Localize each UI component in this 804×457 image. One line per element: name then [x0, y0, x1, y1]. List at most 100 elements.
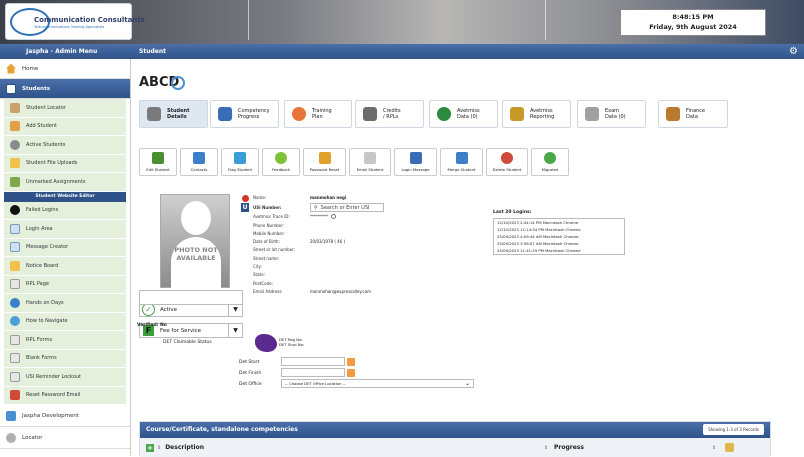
sidebar-item-failed-logins[interactable]: Failed Logins	[4, 202, 126, 220]
tab-student-details[interactable]: Student Details	[139, 100, 208, 128]
sidebar-item-reset-password-email[interactable]: Reset Password Email	[4, 387, 126, 405]
tab-competency-progress[interactable]: Competency Progress	[210, 100, 279, 128]
sidebar-item-usi-reminder-lockout[interactable]: USI Reminder Lockout	[4, 368, 126, 387]
contacts-button[interactable]: Contacts	[180, 148, 218, 176]
lightning-decoration	[545, 0, 546, 40]
document-icon	[10, 279, 20, 290]
feedback-button[interactable]: Feedback	[262, 148, 300, 176]
sidebar-item-student-file-uploads[interactable]: Student File Uploads	[4, 155, 126, 173]
assignment-icon	[10, 176, 20, 187]
sidebar-item-rpl-page[interactable]: RPL Page	[4, 276, 126, 294]
tab-finance-data[interactable]: Finance Data	[658, 100, 728, 128]
tab-avetmiss-data[interactable]: Avetmiss Data (0)	[429, 100, 498, 128]
info-label: U USI Number:	[241, 202, 282, 212]
usi-icon: U	[241, 202, 249, 212]
delete-user-icon	[501, 152, 513, 164]
dob-value: 20/03/1978 ( 46 )	[310, 239, 346, 245]
sidebar-item-label: Locator	[22, 434, 43, 441]
merge-student-button[interactable]: Merge Student	[440, 148, 483, 176]
flag-student-button[interactable]: Flag Student	[221, 148, 259, 176]
sidebar-item-add-student[interactable]: Add Student	[4, 118, 126, 136]
sidebar-item-label: Notice Board	[26, 262, 59, 269]
button-label: Login Message	[401, 167, 430, 172]
tab-credits-rpls[interactable]: Credits / RPLs	[355, 100, 424, 128]
sidebar-item-students[interactable]: Students	[0, 79, 130, 99]
contacts-icon	[193, 152, 205, 164]
student-details-icon	[147, 107, 161, 121]
globe-icon	[10, 316, 20, 327]
sidebar-item-unmarked-assignments[interactable]: Unmarked Assignments	[4, 173, 126, 192]
email-student-button[interactable]: Email Student	[349, 148, 391, 176]
sort-icon[interactable]: ⇕	[544, 445, 548, 451]
login-message-button[interactable]: Login Message	[394, 148, 437, 176]
refresh-icon[interactable]	[171, 76, 185, 90]
australia-map-icon	[255, 334, 277, 352]
tab-exam-data[interactable]: Exam Data (0)	[577, 100, 646, 128]
sidebar-item-label: Student Locator	[26, 104, 66, 111]
sidebar-item-jaspha-development[interactable]: Jaspha Development	[0, 405, 130, 427]
sidebar-item-home[interactable]: Home	[0, 59, 130, 79]
gear-icon[interactable]: ⚙	[789, 46, 798, 57]
sidebar-item-label: Reset Password Email	[26, 392, 81, 399]
flag-icon	[234, 152, 246, 164]
sidebar-item-active-students[interactable]: Active Students	[4, 136, 126, 155]
det-finish-input[interactable]	[281, 368, 345, 377]
det-start-input[interactable]	[281, 357, 345, 366]
sidebar-item-blank-forms[interactable]: Blank Forms	[4, 350, 126, 368]
info-row: PostCode:	[253, 280, 384, 288]
radio-button[interactable]	[331, 214, 336, 220]
migrated-button[interactable]: Migrated	[531, 148, 569, 176]
info-label: Date of Birth:	[253, 239, 280, 245]
course-panel: Course/Certificate, standalone competenc…	[139, 421, 771, 457]
course-panel-title: Course/Certificate, standalone competenc…	[146, 426, 298, 433]
sidebar-item-notice-board[interactable]: Notice Board	[4, 257, 126, 276]
document-icon	[10, 353, 20, 364]
status-value: Active	[160, 306, 178, 313]
info-row: City:	[253, 263, 384, 271]
company-logo[interactable]: Communication Consultants Telecommunicat…	[5, 3, 145, 40]
trace-id-value: *********	[310, 214, 328, 220]
development-icon	[6, 410, 16, 421]
usi-search-input[interactable]: ⚲ Search or Enter USI	[310, 203, 384, 213]
info-row: U USI Number: ⚲ Search or Enter USI	[241, 202, 384, 213]
password-reset-button[interactable]: Password Reset	[303, 148, 346, 176]
avetmiss-data-icon	[437, 107, 451, 121]
app-header: Communication Consultants Telecommunicat…	[0, 0, 804, 44]
calendar-icon[interactable]	[347, 368, 355, 377]
sidebar-item-message-creator[interactable]: Message Creator	[4, 239, 126, 257]
email-value: manmohan@expressalley.com	[310, 288, 371, 294]
sidebar-item-label: Failed Logins	[26, 207, 59, 214]
det-office-select[interactable]: -- Choose DET Office Location -- ⌄	[281, 379, 474, 388]
course-table-header: + ⇕ Description ⇕ Progress ⇕	[140, 438, 770, 457]
sidebar-item-student-locator[interactable]: Student Locator	[4, 99, 126, 118]
sidebar: Home Students Student Locator Add Studen…	[0, 59, 131, 456]
last-logins-title: Last 20 Logins:	[493, 210, 532, 215]
edit-icon[interactable]	[725, 443, 734, 452]
sidebar-item-locator[interactable]: Locator	[0, 427, 130, 449]
column-description[interactable]: Description	[165, 444, 204, 451]
sidebar-item-rpl-forms[interactable]: RPL Forms	[4, 331, 126, 350]
det-claimable-status: DET Claimable Status	[163, 340, 212, 345]
sidebar-item-hands-on-days[interactable]: Hands on Days	[4, 294, 126, 313]
info-label: Street name:	[253, 255, 280, 261]
no-entry-icon	[242, 195, 249, 202]
tab-label: Avetmiss Reporting	[530, 108, 555, 120]
det-office-label: Det Office	[239, 382, 262, 387]
sort-icon[interactable]: ⇕	[712, 445, 716, 451]
credits-icon	[363, 107, 377, 121]
det-finish-label: Det Finish	[239, 371, 262, 376]
info-label: PostCode:	[253, 280, 273, 286]
edit-student-button[interactable]: Edit Student	[139, 148, 177, 176]
button-label: Contacts	[190, 167, 208, 172]
sort-icon[interactable]: ⇕	[157, 445, 161, 451]
calendar-icon[interactable]	[347, 357, 355, 366]
button-label: Feedback	[271, 167, 291, 172]
tab-avetmiss-reporting[interactable]: Avetmiss Reporting	[502, 100, 571, 128]
sidebar-title: Jaspha - Admin Menu	[0, 44, 131, 59]
delete-student-button[interactable]: Delete Student	[486, 148, 528, 176]
column-progress[interactable]: Progress	[554, 444, 584, 451]
sidebar-item-how-to-navigate[interactable]: How to Navigate	[4, 313, 126, 331]
add-icon[interactable]: +	[146, 443, 154, 452]
tab-training-plan[interactable]: Training Plan	[284, 100, 352, 128]
sidebar-item-login-area[interactable]: Login Area	[4, 220, 126, 239]
